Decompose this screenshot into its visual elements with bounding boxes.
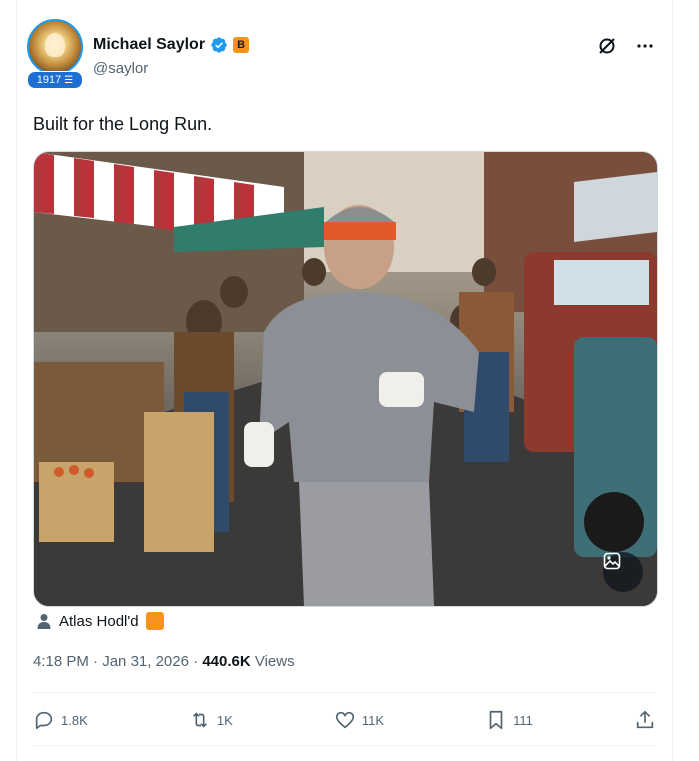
reply-button[interactable]: 1.8K [33, 709, 88, 731]
repost-icon [192, 712, 207, 728]
bookmark-icon [489, 710, 503, 730]
orange-square-icon [145, 612, 164, 630]
action-bar: 1.8K 1K 11K 111 [33, 700, 656, 740]
tweet-date[interactable]: Jan 31, 2026 [102, 653, 189, 670]
grok-icon[interactable] [597, 36, 617, 60]
bookmark-button[interactable]: 111 [485, 709, 533, 731]
reply-icon [35, 711, 53, 730]
image-edit-icon [603, 552, 621, 570]
divider [33, 745, 656, 746]
tweet-text: Built for the Long Run. [33, 114, 213, 134]
like-button[interactable]: 11K [334, 709, 384, 731]
avatar[interactable] [27, 19, 83, 75]
views-label: Views [254, 653, 295, 670]
repost-button[interactable]: 1K [189, 709, 233, 731]
share-button[interactable] [634, 709, 656, 731]
person-icon [37, 614, 51, 629]
credit-label: Atlas Hodl'd [59, 612, 139, 630]
tweet-meta: 4:18 PM · Jan 31, 2026 · 440.6K Views [33, 653, 295, 670]
divider [33, 692, 656, 693]
meta-separator: · [193, 653, 199, 670]
share-icon [636, 710, 654, 729]
image-edit-button[interactable] [603, 552, 643, 592]
repost-count: 1K [216, 712, 233, 728]
author-name[interactable]: Michael Saylor [93, 36, 205, 54]
badge-count: 1917 [36, 74, 62, 86]
views-count: 440.6K [202, 653, 251, 670]
like-count: 11K [361, 712, 385, 728]
tweet-time[interactable]: 4:18 PM [33, 653, 89, 670]
bookmark-count: 111 [513, 712, 533, 728]
menu-lines-icon: ☰ [64, 74, 74, 86]
meta-separator: · [93, 653, 99, 670]
tweet-image[interactable] [33, 151, 658, 607]
running-man-street-market-image [34, 152, 657, 606]
bitcoin-badge-icon: B [233, 37, 250, 53]
reply-count: 1.8K [61, 712, 88, 728]
author-handle[interactable]: @saylor [93, 60, 148, 77]
more-options-icon[interactable] [635, 36, 655, 60]
avatar-image [27, 19, 83, 75]
follower-badge[interactable]: 1917 ☰ [27, 71, 83, 89]
heart-icon [335, 711, 354, 729]
image-credit[interactable]: Atlas Hodl'd [36, 612, 164, 630]
verified-badge-icon [211, 37, 227, 53]
